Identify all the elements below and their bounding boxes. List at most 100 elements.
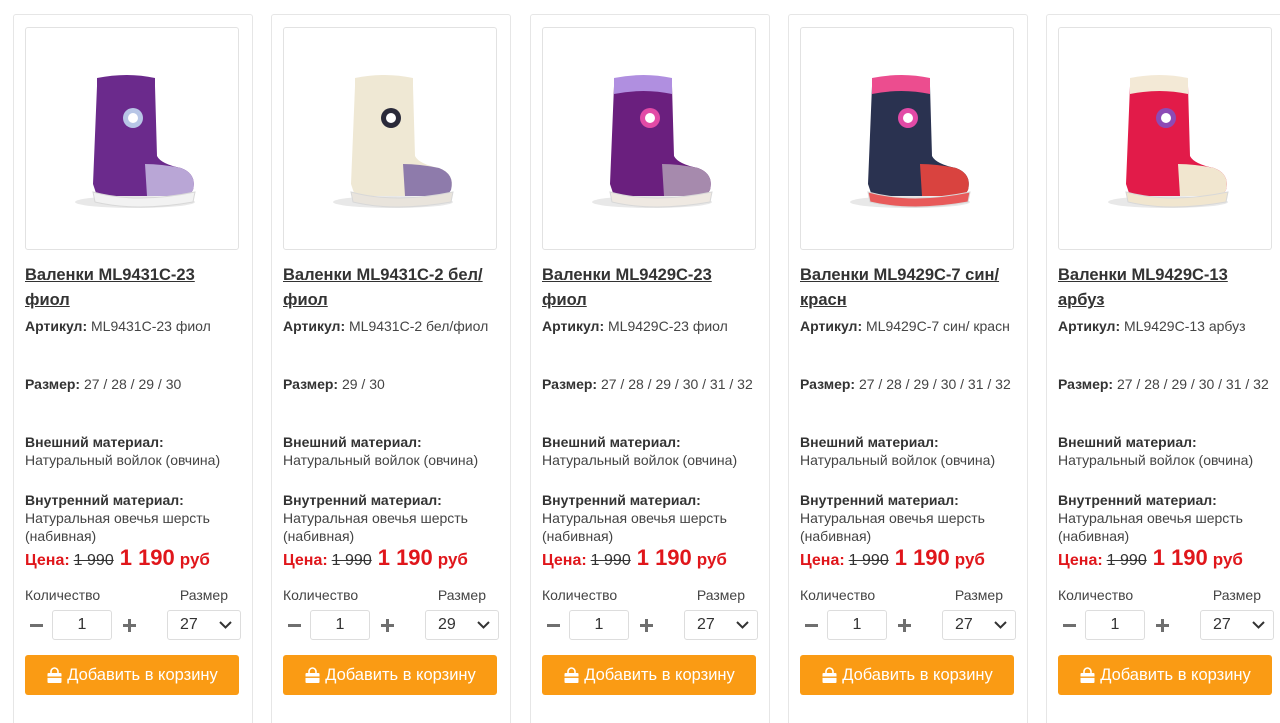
add-to-cart-label: Добавить в корзину — [842, 665, 993, 684]
quantity-stepper — [1058, 610, 1173, 640]
product-title-link[interactable]: Валенки ML9429С-23 фиол — [542, 263, 758, 313]
price-label: Цена: — [1058, 552, 1103, 569]
quantity-input[interactable] — [1085, 610, 1145, 640]
price-label: Цена: — [25, 552, 70, 569]
price-label: Цена: — [283, 552, 328, 569]
inner-material-label: Внутренний материал: — [800, 492, 959, 508]
plus-icon — [639, 618, 653, 632]
quantity-label: Количество — [1058, 587, 1134, 603]
chevron-down-icon — [477, 621, 490, 629]
inner-material: Внутренний материал: Натуральная овечья ш… — [542, 491, 758, 545]
plus-icon — [897, 618, 911, 632]
old-price: 1 990 — [331, 552, 372, 569]
size-select[interactable]: 27 — [684, 610, 758, 640]
quantity-stepper — [542, 610, 657, 640]
price-label: Цена: — [542, 552, 587, 569]
sku-label: Артикул: — [25, 318, 88, 334]
product-sizes: Размер: 27 / 28 / 29 / 30 — [25, 375, 241, 433]
currency-label: руб — [696, 550, 727, 569]
size-select[interactable]: 27 — [1200, 610, 1274, 640]
price-row: Цена: 1 990 1 190 руб — [542, 545, 758, 587]
inner-material-value: Натуральная овечья шерсть (набивная) — [25, 510, 210, 544]
quantity-label: Количество — [25, 587, 101, 603]
product-image[interactable] — [1058, 27, 1272, 250]
add-to-cart-button[interactable]: Добавить в корзину — [283, 655, 497, 695]
outer-material: Внешний материал: Натуральный войлок (овч… — [800, 433, 1016, 491]
currency-label: руб — [437, 550, 468, 569]
product-title-link[interactable]: Валенки ML9431С-23 фиол — [25, 263, 241, 313]
quantity-stepper — [25, 610, 140, 640]
size-select[interactable]: 29 — [425, 610, 499, 640]
decrease-quantity-button[interactable] — [25, 614, 47, 636]
increase-quantity-button[interactable] — [118, 614, 140, 636]
add-to-cart-button[interactable]: Добавить в корзину — [542, 655, 756, 695]
increase-quantity-button[interactable] — [635, 614, 657, 636]
outer-material-value: Натуральный войлок (овчина) — [1058, 452, 1254, 468]
outer-material-value: Натуральный войлок (овчина) — [542, 452, 738, 468]
decrease-quantity-button[interactable] — [1058, 614, 1080, 636]
inner-material-label: Внутренний материал: — [283, 492, 442, 508]
product-grid: Валенки ML9431С-23 фиол Артикул: ML9431С-… — [0, 0, 1280, 723]
add-to-cart-button[interactable]: Добавить в корзину — [25, 655, 239, 695]
increase-quantity-button[interactable] — [1151, 614, 1173, 636]
new-price: 1 190 — [119, 545, 175, 570]
add-to-cart-button[interactable]: Добавить в корзину — [1058, 655, 1272, 695]
old-price: 1 990 — [848, 552, 889, 569]
product-card: Валенки ML9429С-7 син/красн Артикул: ML94… — [788, 14, 1028, 723]
increase-quantity-button[interactable] — [376, 614, 398, 636]
minus-icon — [29, 623, 43, 627]
sizes-value: 27 / 28 / 29 / 30 — [83, 376, 182, 392]
product-title-link[interactable]: Валенки ML9431С-2 бел/фиол — [283, 263, 499, 313]
product-sku: Артикул: ML9429С-13 арбуз — [1058, 317, 1274, 375]
shopping-bag-icon — [305, 666, 320, 683]
add-to-cart-button[interactable]: Добавить в корзину — [800, 655, 1014, 695]
product-title-link[interactable]: Валенки ML9429С-7 син/красн — [800, 263, 1016, 313]
outer-material: Внешний материал: Натуральный войлок (овч… — [542, 433, 758, 491]
sizes-label: Размер: — [25, 376, 81, 392]
product-image[interactable] — [542, 27, 756, 250]
old-price: 1 990 — [73, 552, 114, 569]
currency-label: руб — [1212, 550, 1243, 569]
price-row: Цена: 1 990 1 190 руб — [25, 545, 241, 587]
inner-material-label: Внутренний материал: — [542, 492, 701, 508]
product-sku: Артикул: ML9431С-23 фиол — [25, 317, 241, 375]
quantity-input[interactable] — [569, 610, 629, 640]
product-image[interactable] — [25, 27, 239, 250]
increase-quantity-button[interactable] — [893, 614, 915, 636]
inner-material-value: Натуральная овечья шерсть (набивная) — [1058, 510, 1243, 544]
product-card: Валенки ML9429С-13 арбуз Артикул: ML9429С… — [1046, 14, 1280, 723]
size-select[interactable]: 27 — [167, 610, 241, 640]
size-select[interactable]: 27 — [942, 610, 1016, 640]
sku-value: ML9431С-23 фиол — [91, 318, 211, 334]
decrease-quantity-button[interactable] — [542, 614, 564, 636]
new-price: 1 190 — [894, 545, 950, 570]
minus-icon — [804, 623, 818, 627]
size-select-label: Размер — [1212, 587, 1261, 603]
inner-material: Внутренний материал: Натуральная овечья ш… — [800, 491, 1016, 545]
quantity-input[interactable] — [310, 610, 370, 640]
decrease-quantity-button[interactable] — [800, 614, 822, 636]
price-row: Цена: 1 990 1 190 руб — [1058, 545, 1274, 587]
product-sku: Артикул: ML9431С-2 бел/фиол — [283, 317, 499, 375]
product-image[interactable] — [283, 27, 497, 250]
price-label: Цена: — [800, 552, 845, 569]
product-image[interactable] — [800, 27, 1014, 250]
quantity-input[interactable] — [52, 610, 112, 640]
size-select-label: Размер — [954, 587, 1003, 603]
outer-material-label: Внешний материал: — [542, 434, 681, 450]
size-select-label: Размер — [696, 587, 745, 603]
controls-labels: Количество Размер — [25, 587, 241, 609]
product-sizes: Размер: 27 / 28 / 29 / 30 / 31 / 32 — [542, 375, 758, 433]
boot-image-icon — [592, 74, 713, 208]
quantity-label: Количество — [283, 587, 359, 603]
quantity-input[interactable] — [827, 610, 887, 640]
currency-label: руб — [179, 550, 210, 569]
minus-icon — [1062, 623, 1076, 627]
quantity-label: Количество — [542, 587, 618, 603]
chevron-down-icon — [736, 621, 749, 629]
outer-material: Внешний материал: Натуральный войлок (овч… — [1058, 433, 1274, 491]
sku-value: ML9431С-2 бел/фиол — [349, 318, 489, 334]
product-title-link[interactable]: Валенки ML9429С-13 арбуз — [1058, 263, 1274, 313]
inner-material-label: Внутренний материал: — [25, 492, 184, 508]
decrease-quantity-button[interactable] — [283, 614, 305, 636]
